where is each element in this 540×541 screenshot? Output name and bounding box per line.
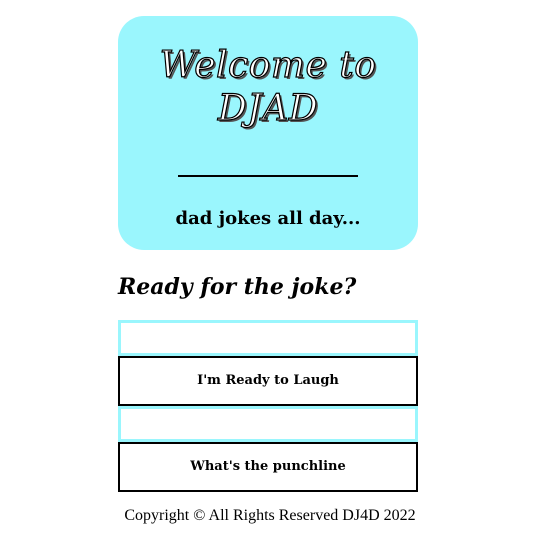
joke-setup-display	[118, 320, 418, 356]
joke-prompt-heading: Ready for the joke?	[118, 274, 357, 300]
hero-banner: Welcome to DJAD dad jokes all day...	[118, 16, 418, 250]
hero-tagline: dad jokes all day...	[175, 208, 361, 229]
hero-divider	[178, 175, 358, 177]
joke-punchline-display	[118, 406, 418, 442]
footer-copyright: Copyright © All Rights Reserved DJ4D 202…	[124, 507, 416, 524]
hero-title: Welcome to DJAD	[118, 44, 418, 130]
hero-title-line2: DJAD	[217, 87, 319, 129]
punchline-button[interactable]: What's the punchline	[118, 442, 418, 492]
ready-to-laugh-button[interactable]: I'm Ready to Laugh	[118, 356, 418, 406]
hero-title-line1: Welcome to	[159, 44, 377, 86]
